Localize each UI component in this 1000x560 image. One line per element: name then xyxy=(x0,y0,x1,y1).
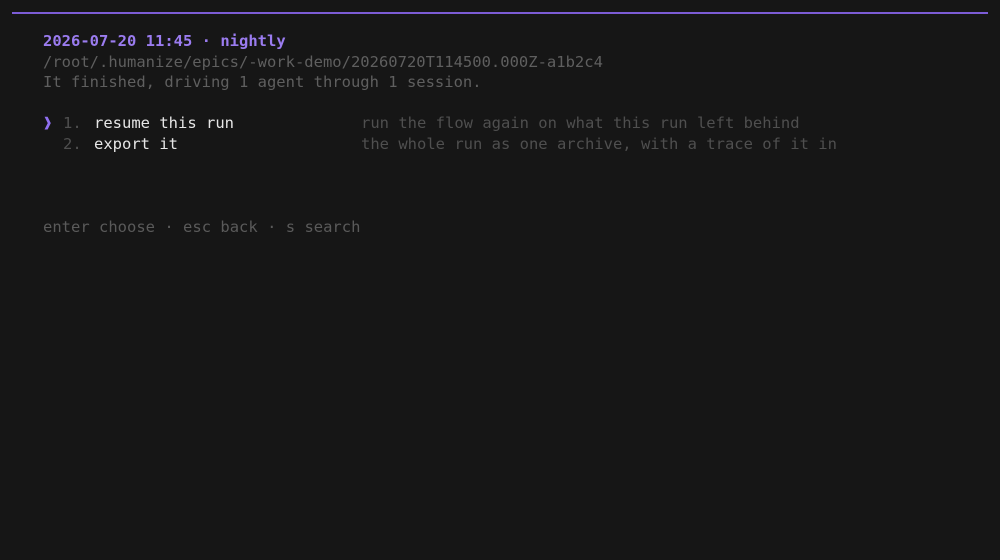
run-datetime: 2026-07-20 11:45 xyxy=(43,32,193,50)
run-name: nightly xyxy=(220,32,286,50)
run-path: /root/.humanize/epics/-work-demo/2026072… xyxy=(43,52,603,71)
top-accent-rule xyxy=(12,12,988,14)
hint-action-back: back xyxy=(220,218,258,236)
menu-item-label: resume this run xyxy=(94,114,234,132)
menu-item-resume[interactable]: ❱ 1. resume this run run the flow again … xyxy=(43,113,973,134)
hint-key-enter: enter xyxy=(43,218,90,236)
hint-action-search: search xyxy=(304,218,361,236)
run-status-text: It finished, driving 1 agent through 1 s… xyxy=(43,73,482,91)
hint-action-choose: choose xyxy=(99,218,156,236)
menu-item-description: run the flow again on what this run left… xyxy=(361,114,800,132)
menu-item-number: 1. xyxy=(63,114,82,132)
run-summary-panel: 2026-07-20 11:45 · nightly /root/.humani… xyxy=(43,31,973,154)
hint-separator: · xyxy=(164,218,174,236)
title-separator: · xyxy=(201,32,211,50)
hint-separator: · xyxy=(267,218,277,236)
cursor-placeholder xyxy=(43,134,63,155)
hint-key-esc: esc xyxy=(183,218,212,236)
keybinding-hints: enter choose · esc back · s search xyxy=(43,217,360,238)
menu-item-export[interactable]: 2. export it the whole run as one archiv… xyxy=(43,134,973,155)
menu-item-label: export it xyxy=(94,134,178,153)
run-title: 2026-07-20 11:45 · nightly xyxy=(43,31,973,52)
selection-cursor-icon: ❱ xyxy=(43,114,53,132)
hint-key-s: s xyxy=(285,218,296,236)
menu-item-description: the whole run as one archive, with a tra… xyxy=(361,134,837,153)
menu-item-number: 2. xyxy=(63,134,82,153)
